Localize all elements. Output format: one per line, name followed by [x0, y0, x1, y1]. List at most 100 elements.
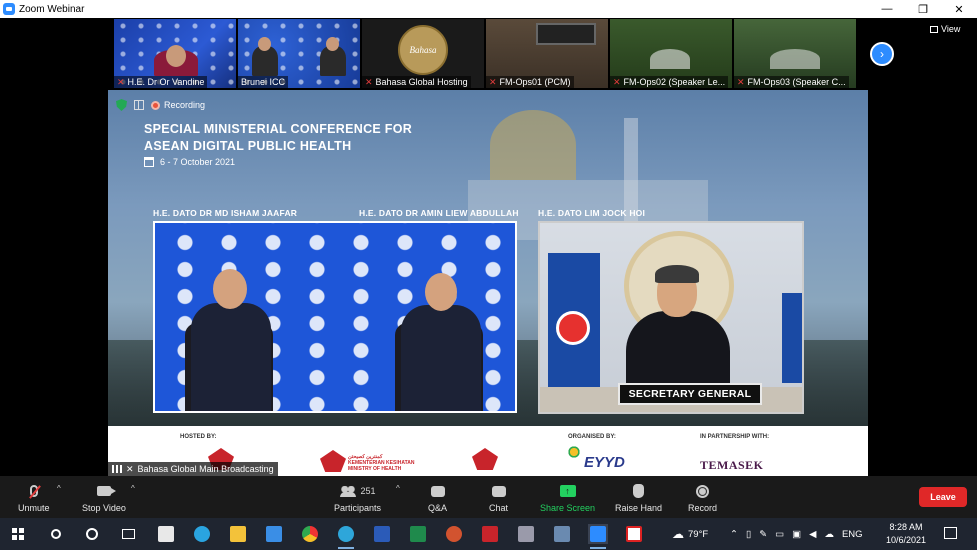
- raise-hand-icon: [633, 484, 645, 498]
- asean-flag: [782, 293, 802, 383]
- view-label: View: [941, 24, 961, 34]
- windows-logo-icon: [12, 528, 24, 540]
- battery-icon[interactable]: ▭: [775, 529, 784, 540]
- participants-button[interactable]: 251 Participants: [334, 482, 381, 513]
- task-view-icon: [121, 529, 135, 539]
- network-icon[interactable]: ▣: [792, 529, 801, 540]
- asean-emblem: [556, 311, 590, 345]
- taskbar-word[interactable]: [372, 524, 392, 544]
- recording-indicator[interactable]: Recording: [151, 100, 205, 110]
- start-button[interactable]: [8, 524, 28, 544]
- task-view-button[interactable]: [118, 524, 138, 544]
- close-button[interactable]: ✕: [941, 0, 977, 18]
- taskbar-zoom[interactable]: [588, 524, 608, 549]
- unmute-button[interactable]: Unmute: [18, 482, 50, 513]
- camera-icon: [96, 486, 116, 496]
- taskbar-acrobat[interactable]: [624, 524, 644, 544]
- search-button[interactable]: [46, 524, 66, 544]
- qa-button[interactable]: Q&A: [428, 482, 447, 513]
- taskbar-mail[interactable]: [264, 524, 284, 544]
- unmute-label: Unmute: [18, 503, 50, 513]
- taskbar-telegram[interactable]: [336, 524, 356, 549]
- audio-options-caret[interactable]: ^: [57, 484, 61, 493]
- thumbnail-label: ✕ FM-Ops02 (Speaker Le...: [610, 76, 729, 88]
- host-name-text: Bahasa Global Main Broadcasting: [137, 464, 274, 474]
- restore-button[interactable]: ❐: [905, 0, 941, 18]
- window-title: Zoom Webinar: [19, 3, 85, 15]
- thumbnail-label: ✕ FM-Ops03 (Speaker C...: [734, 76, 849, 88]
- ministers-video-panel: [153, 221, 517, 413]
- chrome-icon: [302, 526, 318, 542]
- thumbnail-video[interactable]: ✕ FM-Ops03 (Speaker C...: [734, 19, 856, 88]
- thumbnail-video[interactable]: ✕ H.E. Dr Or Vandine: [114, 19, 236, 88]
- cortana-button[interactable]: [82, 524, 102, 544]
- thumbnail-name: Bahasa Global Hosting: [375, 77, 468, 87]
- taskbar-store[interactable]: [156, 524, 176, 544]
- asean-flag: [548, 253, 600, 403]
- minimize-button[interactable]: —: [869, 0, 905, 18]
- chat-icon: [491, 485, 506, 497]
- room-table: [770, 49, 820, 69]
- ministry-of-health-logo: كمنترين كصيحتن KEMENTERIAN KESIHATAN MIN…: [348, 454, 414, 472]
- folder-icon: [230, 526, 246, 542]
- stop-video-button[interactable]: Stop Video: [82, 482, 126, 513]
- share-screen-button[interactable]: ↑ Share Screen: [540, 482, 595, 513]
- tray-app-icon[interactable]: ▯: [746, 529, 751, 540]
- share-screen-label: Share Screen: [540, 503, 596, 513]
- clock[interactable]: 8:28 AM 10/6/2021: [884, 521, 928, 547]
- powerpoint-icon: [446, 526, 462, 542]
- taskbar-app[interactable]: [552, 524, 572, 544]
- participant-head: [326, 37, 339, 51]
- pen-icon[interactable]: ✎: [759, 529, 767, 540]
- video-options-caret[interactable]: ^: [131, 484, 135, 493]
- raise-hand-label: Raise Hand: [615, 503, 663, 513]
- record-button[interactable]: Record: [688, 482, 717, 513]
- raise-hand-button[interactable]: Raise Hand: [615, 482, 662, 513]
- thumbnail-video[interactable]: Brunei ICC: [238, 19, 360, 88]
- volume-icon[interactable]: ◀: [809, 529, 816, 540]
- next-page-button[interactable]: ›: [870, 42, 894, 66]
- view-button[interactable]: View: [930, 24, 960, 34]
- main-video[interactable]: Recording SPECIAL MINISTERIAL CONFERENCE…: [108, 90, 868, 476]
- mic-muted-icon: ✕: [489, 76, 497, 87]
- taskbar-app[interactable]: [480, 524, 500, 544]
- thumbnail-label: ✕ H.E. Dr Or Vandine: [114, 76, 208, 88]
- excel-icon: [410, 526, 426, 542]
- speaker-suit: [626, 311, 730, 391]
- speaker-name-3: H.E. DATO LIM JOCK HOI: [538, 208, 646, 218]
- chevron-up-icon[interactable]: ⌃: [730, 529, 738, 540]
- conference-title-line2: ASEAN DIGITAL PUBLIC HEALTH: [144, 139, 352, 153]
- thumbnail-video[interactable]: Bahasa ✕ Bahasa Global Hosting: [362, 19, 484, 88]
- participants-options-caret[interactable]: ^: [396, 484, 400, 493]
- edge-icon: [194, 526, 210, 542]
- taskbar-powerpoint[interactable]: [444, 524, 464, 544]
- conference-date: 6 - 7 October 2021: [144, 157, 235, 167]
- notification-icon[interactable]: [944, 527, 957, 539]
- chat-button[interactable]: Chat: [489, 482, 508, 513]
- meeting-info-icon[interactable]: [134, 100, 144, 110]
- clock-date: 10/6/2021: [885, 535, 927, 545]
- thumbnail-video[interactable]: ✕ FM-Ops01 (PCM): [486, 19, 608, 88]
- participant-head: [258, 37, 271, 51]
- conference-title: SPECIAL MINISTERIAL CONFERENCE FOR ASEAN…: [144, 121, 484, 155]
- store-icon: [158, 526, 174, 542]
- room-screen: [536, 23, 596, 45]
- taskbar-explorer[interactable]: [228, 524, 248, 544]
- calendar-icon: [144, 157, 154, 167]
- onedrive-icon[interactable]: ☁: [824, 529, 834, 540]
- weather-widget[interactable]: ☁ 79°F: [672, 518, 708, 550]
- partnership-label: IN PARTNERSHIP WITH:: [700, 434, 770, 440]
- share-screen-icon: ↑: [559, 485, 576, 497]
- security-shield-icon[interactable]: [116, 99, 127, 111]
- nameplate: SECRETARY GENERAL: [618, 383, 762, 405]
- taskbar-app[interactable]: [516, 524, 536, 544]
- taskbar-edge[interactable]: [192, 524, 212, 544]
- thumbnail-video[interactable]: ✕ FM-Ops02 (Speaker Le...: [610, 19, 732, 88]
- participant-head: [166, 45, 186, 67]
- leave-button[interactable]: Leave: [919, 487, 967, 507]
- taskbar-excel[interactable]: [408, 524, 428, 544]
- app-icon: [518, 526, 534, 542]
- language-indicator[interactable]: ENG: [842, 529, 863, 540]
- taskbar-chrome[interactable]: [300, 524, 320, 544]
- speaker-name-2: H.E. DATO DR AMIN LIEW ABDULLAH: [359, 208, 519, 218]
